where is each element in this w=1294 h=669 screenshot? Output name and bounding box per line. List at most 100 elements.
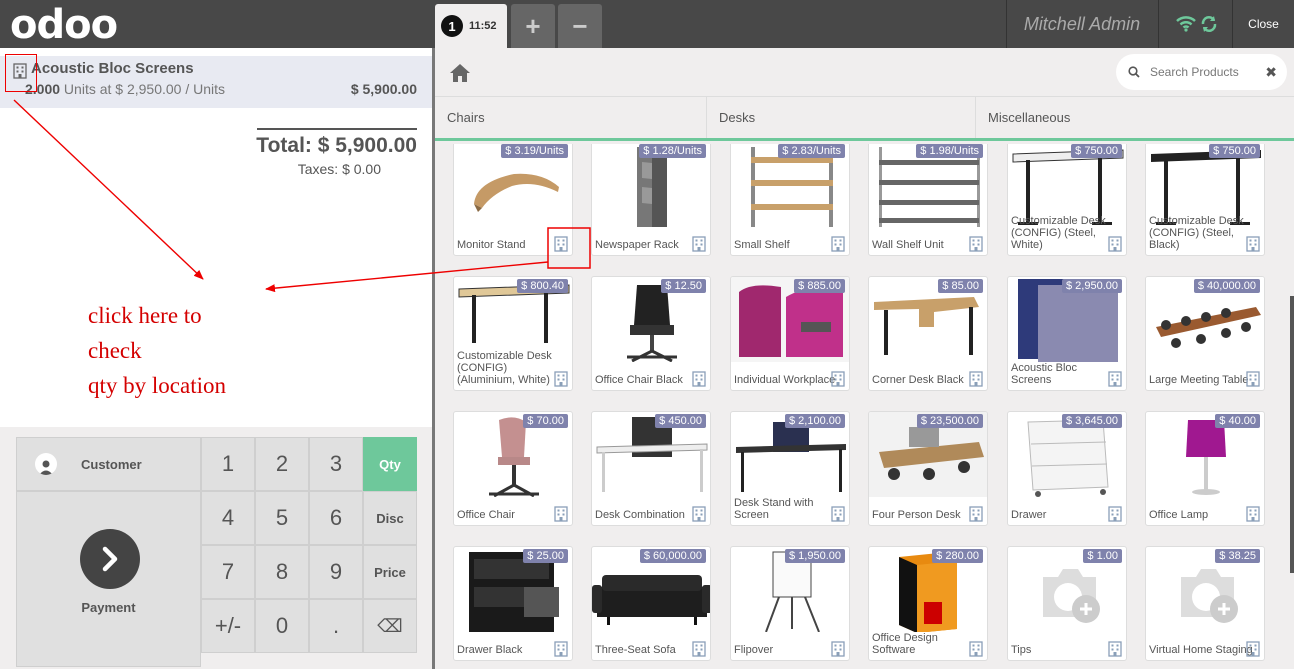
building-icon[interactable] xyxy=(1108,506,1122,522)
building-icon[interactable] xyxy=(969,236,983,252)
product-card[interactable]: $ 25.00 Drawer Black xyxy=(453,546,573,661)
building-icon[interactable] xyxy=(554,371,568,387)
numpad-key-4[interactable]: 4 xyxy=(201,491,255,545)
order-line[interactable]: Acoustic Bloc Screens 2.000 Units at $ 2… xyxy=(0,56,432,108)
annotation-line: check xyxy=(88,338,142,363)
building-icon[interactable] xyxy=(692,236,706,252)
numpad-key-9[interactable]: 9 xyxy=(309,545,363,599)
category-desks[interactable]: Desks xyxy=(707,97,976,138)
product-name: Drawer Black xyxy=(457,644,523,656)
building-icon[interactable] xyxy=(1246,641,1260,657)
product-name: Office Design Software xyxy=(872,632,938,656)
product-price-tag: $ 85.00 xyxy=(938,279,983,293)
product-price-tag: $ 38.25 xyxy=(1215,549,1260,563)
product-card[interactable]: $ 40.00 Office Lamp xyxy=(1145,411,1265,526)
numpad-key-6[interactable]: 6 xyxy=(309,491,363,545)
building-icon[interactable] xyxy=(1108,641,1122,657)
product-card[interactable]: $ 60,000.00 Three-Seat Sofa xyxy=(591,546,711,661)
product-card[interactable]: $ 2.83/Units Small Shelf xyxy=(730,144,850,256)
product-card[interactable]: $ 85.00 Corner Desk Black xyxy=(868,276,988,391)
numpad-key-0[interactable]: 0 xyxy=(255,599,309,653)
cashier-name[interactable]: Mitchell Admin xyxy=(1007,0,1157,48)
building-icon[interactable] xyxy=(554,641,568,657)
category-miscellaneous[interactable]: Miscellaneous xyxy=(976,97,1294,138)
delete-order-button[interactable]: − xyxy=(558,4,602,48)
new-order-button[interactable]: + xyxy=(511,4,555,48)
product-card[interactable]: $ 750.00 Customizable Desk (CONFIG) (Stee… xyxy=(1145,144,1265,256)
customer-button[interactable]: Customer xyxy=(16,437,201,491)
mode-price-button[interactable]: Price xyxy=(363,545,417,599)
connection-status[interactable] xyxy=(1162,0,1232,48)
building-icon[interactable] xyxy=(831,506,845,522)
chevron-right-icon xyxy=(80,529,140,589)
building-icon[interactable] xyxy=(831,371,845,387)
product-card[interactable]: $ 1.98/Units Wall Shelf Unit xyxy=(868,144,988,256)
product-card[interactable]: $ 1.28/Units Newspaper Rack xyxy=(591,144,711,256)
numpad-key-8[interactable]: 8 xyxy=(255,545,309,599)
building-icon[interactable] xyxy=(554,236,568,252)
product-card[interactable]: $ 1,950.00 Flipover xyxy=(730,546,850,661)
product-price-tag: $ 280.00 xyxy=(932,549,983,563)
category-chairs[interactable]: Chairs xyxy=(435,97,707,138)
building-icon[interactable] xyxy=(831,236,845,252)
category-bar: Chairs Desks Miscellaneous xyxy=(435,97,1294,141)
search-box[interactable]: Search Products ✖ xyxy=(1116,54,1287,90)
mode-qty-button[interactable]: Qty xyxy=(363,437,417,491)
numpad-key-5[interactable]: 5 xyxy=(255,491,309,545)
order-line-price: $ 5,900.00 xyxy=(350,81,417,97)
building-icon[interactable] xyxy=(692,371,706,387)
building-icon[interactable] xyxy=(969,506,983,522)
product-card[interactable]: $ 1.00 Tips xyxy=(1007,546,1127,661)
home-category-button[interactable] xyxy=(435,48,485,97)
clear-search-icon[interactable]: ✖ xyxy=(1265,64,1277,81)
product-price-tag: $ 1.28/Units xyxy=(639,144,706,158)
building-icon[interactable] xyxy=(692,641,706,657)
product-name: Individual Workplace xyxy=(734,374,836,386)
product-name: Monitor Stand xyxy=(457,239,526,251)
building-icon[interactable] xyxy=(1246,371,1260,387)
building-icon[interactable] xyxy=(1246,236,1260,252)
product-card[interactable]: $ 2,950.00 Acoustic Bloc Screens xyxy=(1007,276,1127,391)
product-scrollbar[interactable] xyxy=(1290,296,1294,573)
product-card[interactable]: $ 450.00 Desk Combination xyxy=(591,411,711,526)
product-card[interactable]: $ 70.00 Office Chair xyxy=(453,411,573,526)
building-icon[interactable] xyxy=(1246,506,1260,522)
top-header: odoo 1 11:52 + − Mitchell Admin Close xyxy=(0,0,1294,48)
building-icon[interactable] xyxy=(1108,371,1122,387)
product-card[interactable]: $ 38.25 Virtual Home Staging xyxy=(1145,546,1265,661)
product-card[interactable]: $ 2,100.00 Desk Stand with Screen xyxy=(730,411,850,526)
building-icon[interactable] xyxy=(1108,236,1122,252)
payment-button[interactable]: Payment xyxy=(16,491,201,667)
product-card[interactable]: $ 3,645.00 Drawer xyxy=(1007,411,1127,526)
product-card[interactable]: $ 23,500.00 Four Person Desk xyxy=(868,411,988,526)
mode-disc-button[interactable]: Disc xyxy=(363,491,417,545)
product-card[interactable]: $ 280.00 Office Design Software xyxy=(868,546,988,661)
building-icon[interactable] xyxy=(831,641,845,657)
building-icon[interactable] xyxy=(554,506,568,522)
product-price-tag: $ 23,500.00 xyxy=(916,414,983,428)
building-icon[interactable] xyxy=(969,371,983,387)
close-button[interactable]: Close xyxy=(1233,0,1294,48)
numpad-key-1[interactable]: 1 xyxy=(201,437,255,491)
product-price-tag: $ 2,100.00 xyxy=(785,414,845,428)
building-icon[interactable] xyxy=(692,506,706,522)
search-input[interactable]: Search Products xyxy=(1150,65,1239,79)
product-card[interactable]: $ 3.19/Units Monitor Stand xyxy=(453,144,573,256)
numpad-key-2[interactable]: 2 xyxy=(255,437,309,491)
backspace-button[interactable]: ⌫ xyxy=(363,599,417,653)
building-icon[interactable] xyxy=(969,641,983,657)
numpad-key-7[interactable]: 7 xyxy=(201,545,255,599)
product-name: Customizable Desk (CONFIG) (Steel, White… xyxy=(1011,215,1106,251)
product-price-tag: $ 12.50 xyxy=(661,279,706,293)
product-card[interactable]: $ 12.50 Office Chair Black xyxy=(591,276,711,391)
numpad-key-dot[interactable]: . xyxy=(309,599,363,653)
numpad-key-3[interactable]: 3 xyxy=(309,437,363,491)
product-card[interactable]: $ 800.40 Customizable Desk (CONFIG) (Alum… xyxy=(453,276,573,391)
order-tab[interactable]: 1 11:52 xyxy=(435,4,507,48)
product-card[interactable]: $ 885.00 Individual Workplace xyxy=(730,276,850,391)
order-total: Total: $ 5,900.00 xyxy=(256,134,417,157)
product-name: Desk Combination xyxy=(595,509,685,521)
numpad-key-sign[interactable]: +/- xyxy=(201,599,255,653)
product-card[interactable]: $ 750.00 Customizable Desk (CONFIG) (Stee… xyxy=(1007,144,1127,256)
product-card[interactable]: $ 40,000.00 Large Meeting Table xyxy=(1145,276,1265,391)
